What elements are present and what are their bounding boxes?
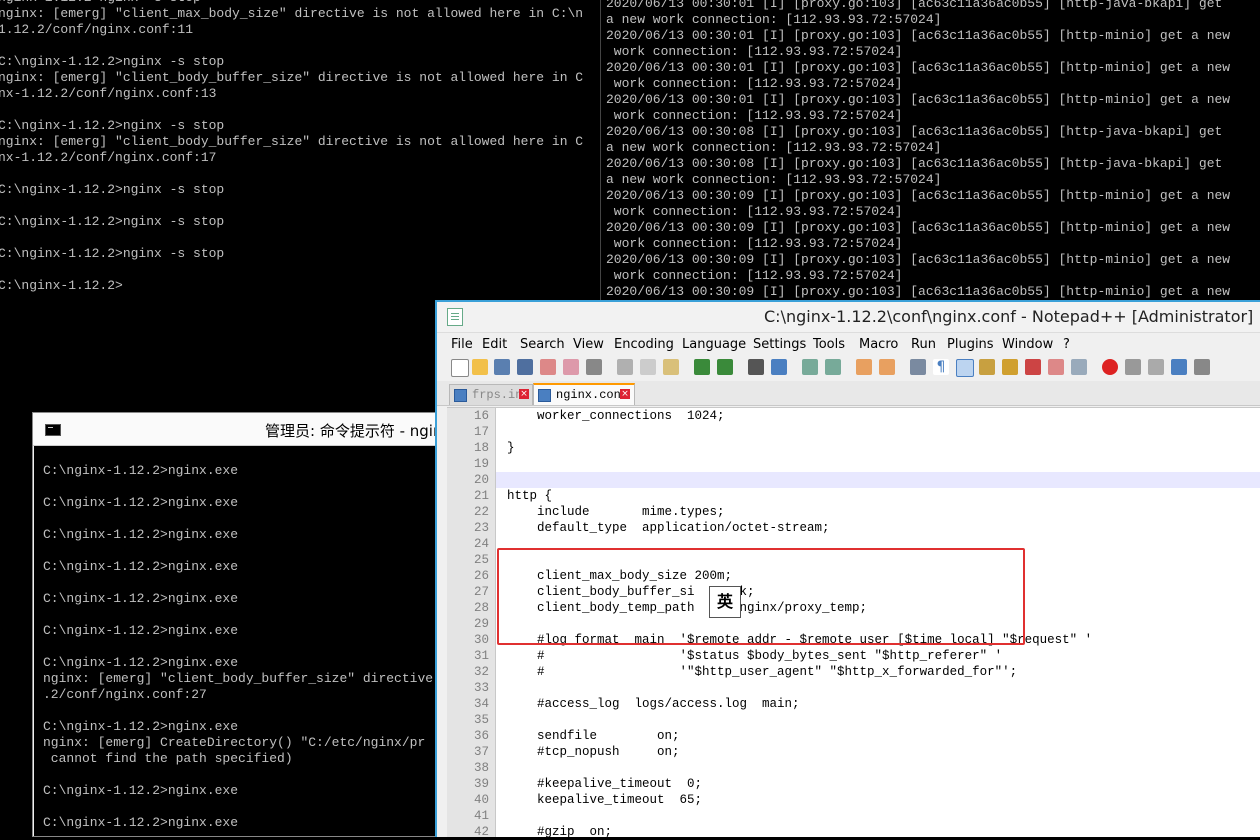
console-output: nginx-1.12.2>nginx -s stop nginx: [emerg… [0, 0, 584, 293]
open-file-icon[interactable] [472, 359, 488, 375]
ime-indicator: 英 [709, 586, 741, 618]
paste-icon[interactable] [663, 359, 679, 375]
cmd-window-nginx[interactable]: 管理员: 命令提示符 - nginx C:\nginx-1.12.2>nginx… [32, 412, 454, 837]
redo-icon[interactable] [717, 359, 733, 375]
close-all-icon[interactable] [563, 359, 579, 375]
monitor-icon[interactable] [1048, 359, 1064, 375]
file-saved-icon [454, 389, 467, 402]
zoom-in-icon[interactable] [802, 359, 818, 375]
sync-vertical-icon[interactable] [856, 359, 872, 375]
console-output: 2020/06/13 00:30:01 [I] [proxy.go:103] [… [606, 0, 1231, 299]
replace-icon[interactable] [771, 359, 787, 375]
tab-frps-ini[interactable]: frps.ini × [449, 384, 533, 405]
window-titlebar[interactable]: C:\nginx-1.12.2\conf\nginx.conf - Notepa… [437, 302, 1260, 333]
save-macro-icon[interactable] [1194, 359, 1210, 375]
preview-icon[interactable] [1071, 359, 1087, 375]
find-icon[interactable] [748, 359, 764, 375]
file-saved-icon [538, 389, 551, 402]
menu-bar: File Edit Search View Encoding Language … [437, 333, 1260, 355]
doc-map-icon[interactable] [979, 359, 995, 375]
sync-horizontal-icon[interactable] [879, 359, 895, 375]
run-macro-multiple-icon[interactable] [1171, 359, 1187, 375]
notepad-plus-plus-window[interactable]: C:\nginx-1.12.2\conf\nginx.conf - Notepa… [435, 300, 1260, 839]
line-number-gutter: 16 17 18 19 20 21 22 23 24 25 26 27 28 2… [447, 408, 496, 839]
red-annotation-box [497, 548, 1025, 645]
window-title: C:\nginx-1.12.2\conf\nginx.conf - Notepa… [764, 307, 1254, 326]
new-file-icon[interactable] [451, 359, 469, 377]
console-body[interactable]: C:\nginx-1.12.2>nginx.exe C:\nginx-1.12.… [34, 446, 453, 836]
notepad-icon [447, 308, 463, 326]
menu-file[interactable]: File [451, 337, 473, 352]
undo-icon[interactable] [694, 359, 710, 375]
function-list-icon[interactable] [1002, 359, 1018, 375]
cmd-icon [45, 424, 61, 436]
console-window-frp-log[interactable]: 2020/06/13 00:30:01 [I] [proxy.go:103] [… [603, 0, 1260, 300]
menu-view[interactable]: View [573, 337, 604, 352]
menu-edit[interactable]: Edit [482, 337, 507, 352]
close-icon[interactable]: × [519, 389, 529, 399]
tab-nginx-conf[interactable]: nginx.conf × [533, 383, 635, 405]
close-file-icon[interactable] [540, 359, 556, 375]
menu-plugins[interactable]: Plugins [947, 337, 994, 352]
menu-macro[interactable]: Macro [859, 337, 898, 352]
tab-bar: frps.ini × nginx.conf × [437, 381, 1260, 406]
indent-guide-icon[interactable] [956, 359, 974, 377]
print-icon[interactable] [586, 359, 602, 375]
menu-encoding[interactable]: Encoding [614, 337, 674, 352]
code-editor[interactable]: 16 17 18 19 20 21 22 23 24 25 26 27 28 2… [447, 407, 1260, 839]
save-all-icon[interactable] [517, 359, 533, 375]
word-wrap-icon[interactable] [910, 359, 926, 375]
cut-icon[interactable] [617, 359, 633, 375]
menu-search[interactable]: Search [520, 337, 565, 352]
record-macro-icon[interactable] [1102, 359, 1118, 375]
menu-tools[interactable]: Tools [813, 337, 845, 352]
line-numbers: 16 17 18 19 20 21 22 23 24 25 26 27 28 2… [473, 409, 489, 839]
toolbar: ¶ [437, 355, 1260, 381]
folder-workspace-icon[interactable] [1025, 359, 1041, 375]
stop-macro-icon[interactable] [1125, 359, 1141, 375]
tab-label: nginx.conf [556, 388, 629, 402]
menu-settings[interactable]: Settings [753, 337, 806, 352]
menu-help[interactable]: ? [1063, 337, 1070, 352]
show-all-chars-icon[interactable]: ¶ [933, 359, 949, 375]
menu-window[interactable]: Window [1002, 337, 1053, 352]
zoom-out-icon[interactable] [825, 359, 841, 375]
close-icon[interactable]: × [620, 389, 630, 399]
window-title: 管理员: 命令提示符 - nginx [265, 422, 452, 440]
copy-icon[interactable] [640, 359, 656, 375]
menu-run[interactable]: Run [911, 337, 936, 352]
window-titlebar[interactable]: 管理员: 命令提示符 - nginx [33, 413, 453, 446]
console-output: C:\nginx-1.12.2>nginx.exe C:\nginx-1.12.… [43, 463, 434, 830]
save-icon[interactable] [494, 359, 510, 375]
menu-language[interactable]: Language [682, 337, 746, 352]
play-macro-icon[interactable] [1148, 359, 1164, 375]
